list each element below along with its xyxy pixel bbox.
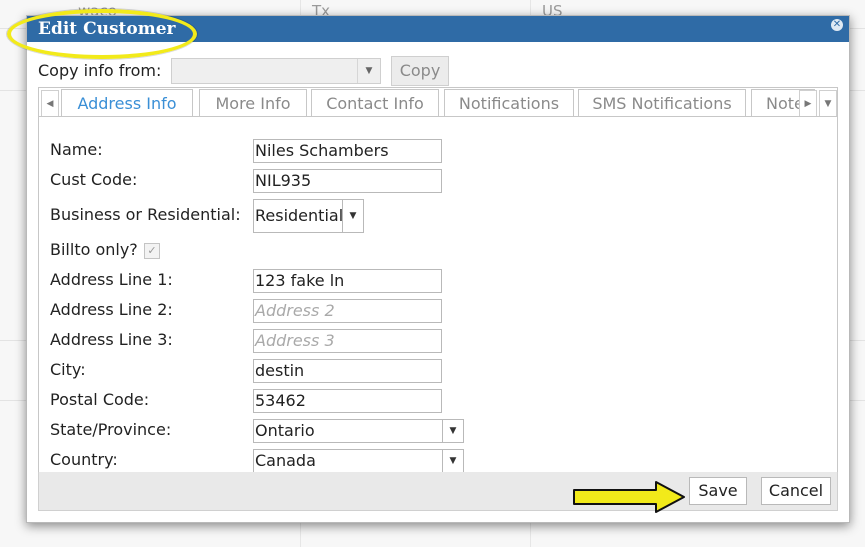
tab-sms-notifications[interactable]: SMS Notifications (578, 89, 746, 116)
state-province-select[interactable]: Ontario ▼ (253, 419, 464, 443)
tab-panel: ◀ Address Info More Info Contact Info No… (38, 87, 838, 474)
state-province-label: State/Province: (50, 420, 172, 439)
billto-checkbox[interactable]: ✓ (144, 243, 160, 259)
address-line-3-label: Address Line 3: (50, 330, 173, 349)
tab-strip: ◀ Address Info More Info Contact Info No… (39, 88, 837, 117)
chevron-down-icon[interactable]: ▼ (342, 200, 363, 232)
tab-more-info[interactable]: More Info (199, 89, 307, 116)
cancel-button[interactable]: Cancel (761, 477, 831, 505)
address-line-2-label: Address Line 2: (50, 300, 173, 319)
tab-scroll-right-icon[interactable]: ▶ (799, 90, 817, 116)
tab-contact-info[interactable]: Contact Info (311, 89, 439, 116)
postal-code-input[interactable]: 53462 (253, 389, 442, 413)
tab-list-dropdown-icon[interactable]: ▼ (819, 90, 837, 116)
save-button[interactable]: Save (689, 477, 747, 505)
state-province-value: Ontario (255, 421, 315, 440)
city-input[interactable]: destin (253, 359, 442, 383)
chevron-down-icon[interactable]: ▼ (357, 59, 380, 83)
city-label: City: (50, 360, 86, 379)
copy-info-select[interactable]: ▼ (171, 58, 381, 84)
chevron-down-icon[interactable]: ▼ (442, 450, 463, 472)
business-residential-value: Residential (255, 206, 344, 225)
business-residential-label: Business or Residential: (50, 205, 241, 224)
chevron-down-icon[interactable]: ▼ (442, 420, 463, 442)
dialog-footer: Save Cancel (38, 472, 838, 511)
copy-info-label: Copy info from: (38, 61, 162, 80)
name-input[interactable]: Niles Schambers (253, 139, 442, 163)
arrow-pointer-icon (573, 481, 685, 513)
edit-customer-dialog: Edit Customer ✕ Copy info from: ▼ Copy ◀… (7, 9, 850, 523)
postal-code-label: Postal Code: (50, 390, 150, 409)
name-label: Name: (50, 140, 103, 159)
tab-scroll-left-icon[interactable]: ◀ (41, 90, 59, 116)
cust-code-input[interactable]: NIL935 (253, 169, 442, 193)
address-line-1-label: Address Line 1: (50, 270, 173, 289)
country-select[interactable]: Canada ▼ (253, 449, 464, 473)
cust-code-label: Cust Code: (50, 170, 138, 189)
copy-button[interactable]: Copy (391, 56, 449, 86)
billto-label: Billto only? (50, 240, 138, 259)
tab-notifications[interactable]: Notifications (444, 89, 574, 116)
address-line-1-input[interactable]: 123 fake ln (253, 269, 442, 293)
address-line-3-input[interactable]: Address 3 (253, 329, 442, 353)
country-value: Canada (255, 451, 316, 470)
country-label: Country: (50, 450, 118, 469)
close-icon[interactable]: ✕ (831, 19, 843, 31)
address-line-2-input[interactable]: Address 2 (253, 299, 442, 323)
business-residential-select[interactable]: Residential ▼ (253, 199, 364, 233)
tab-address-info[interactable]: Address Info (61, 89, 193, 116)
highlight-ellipse (7, 9, 197, 59)
